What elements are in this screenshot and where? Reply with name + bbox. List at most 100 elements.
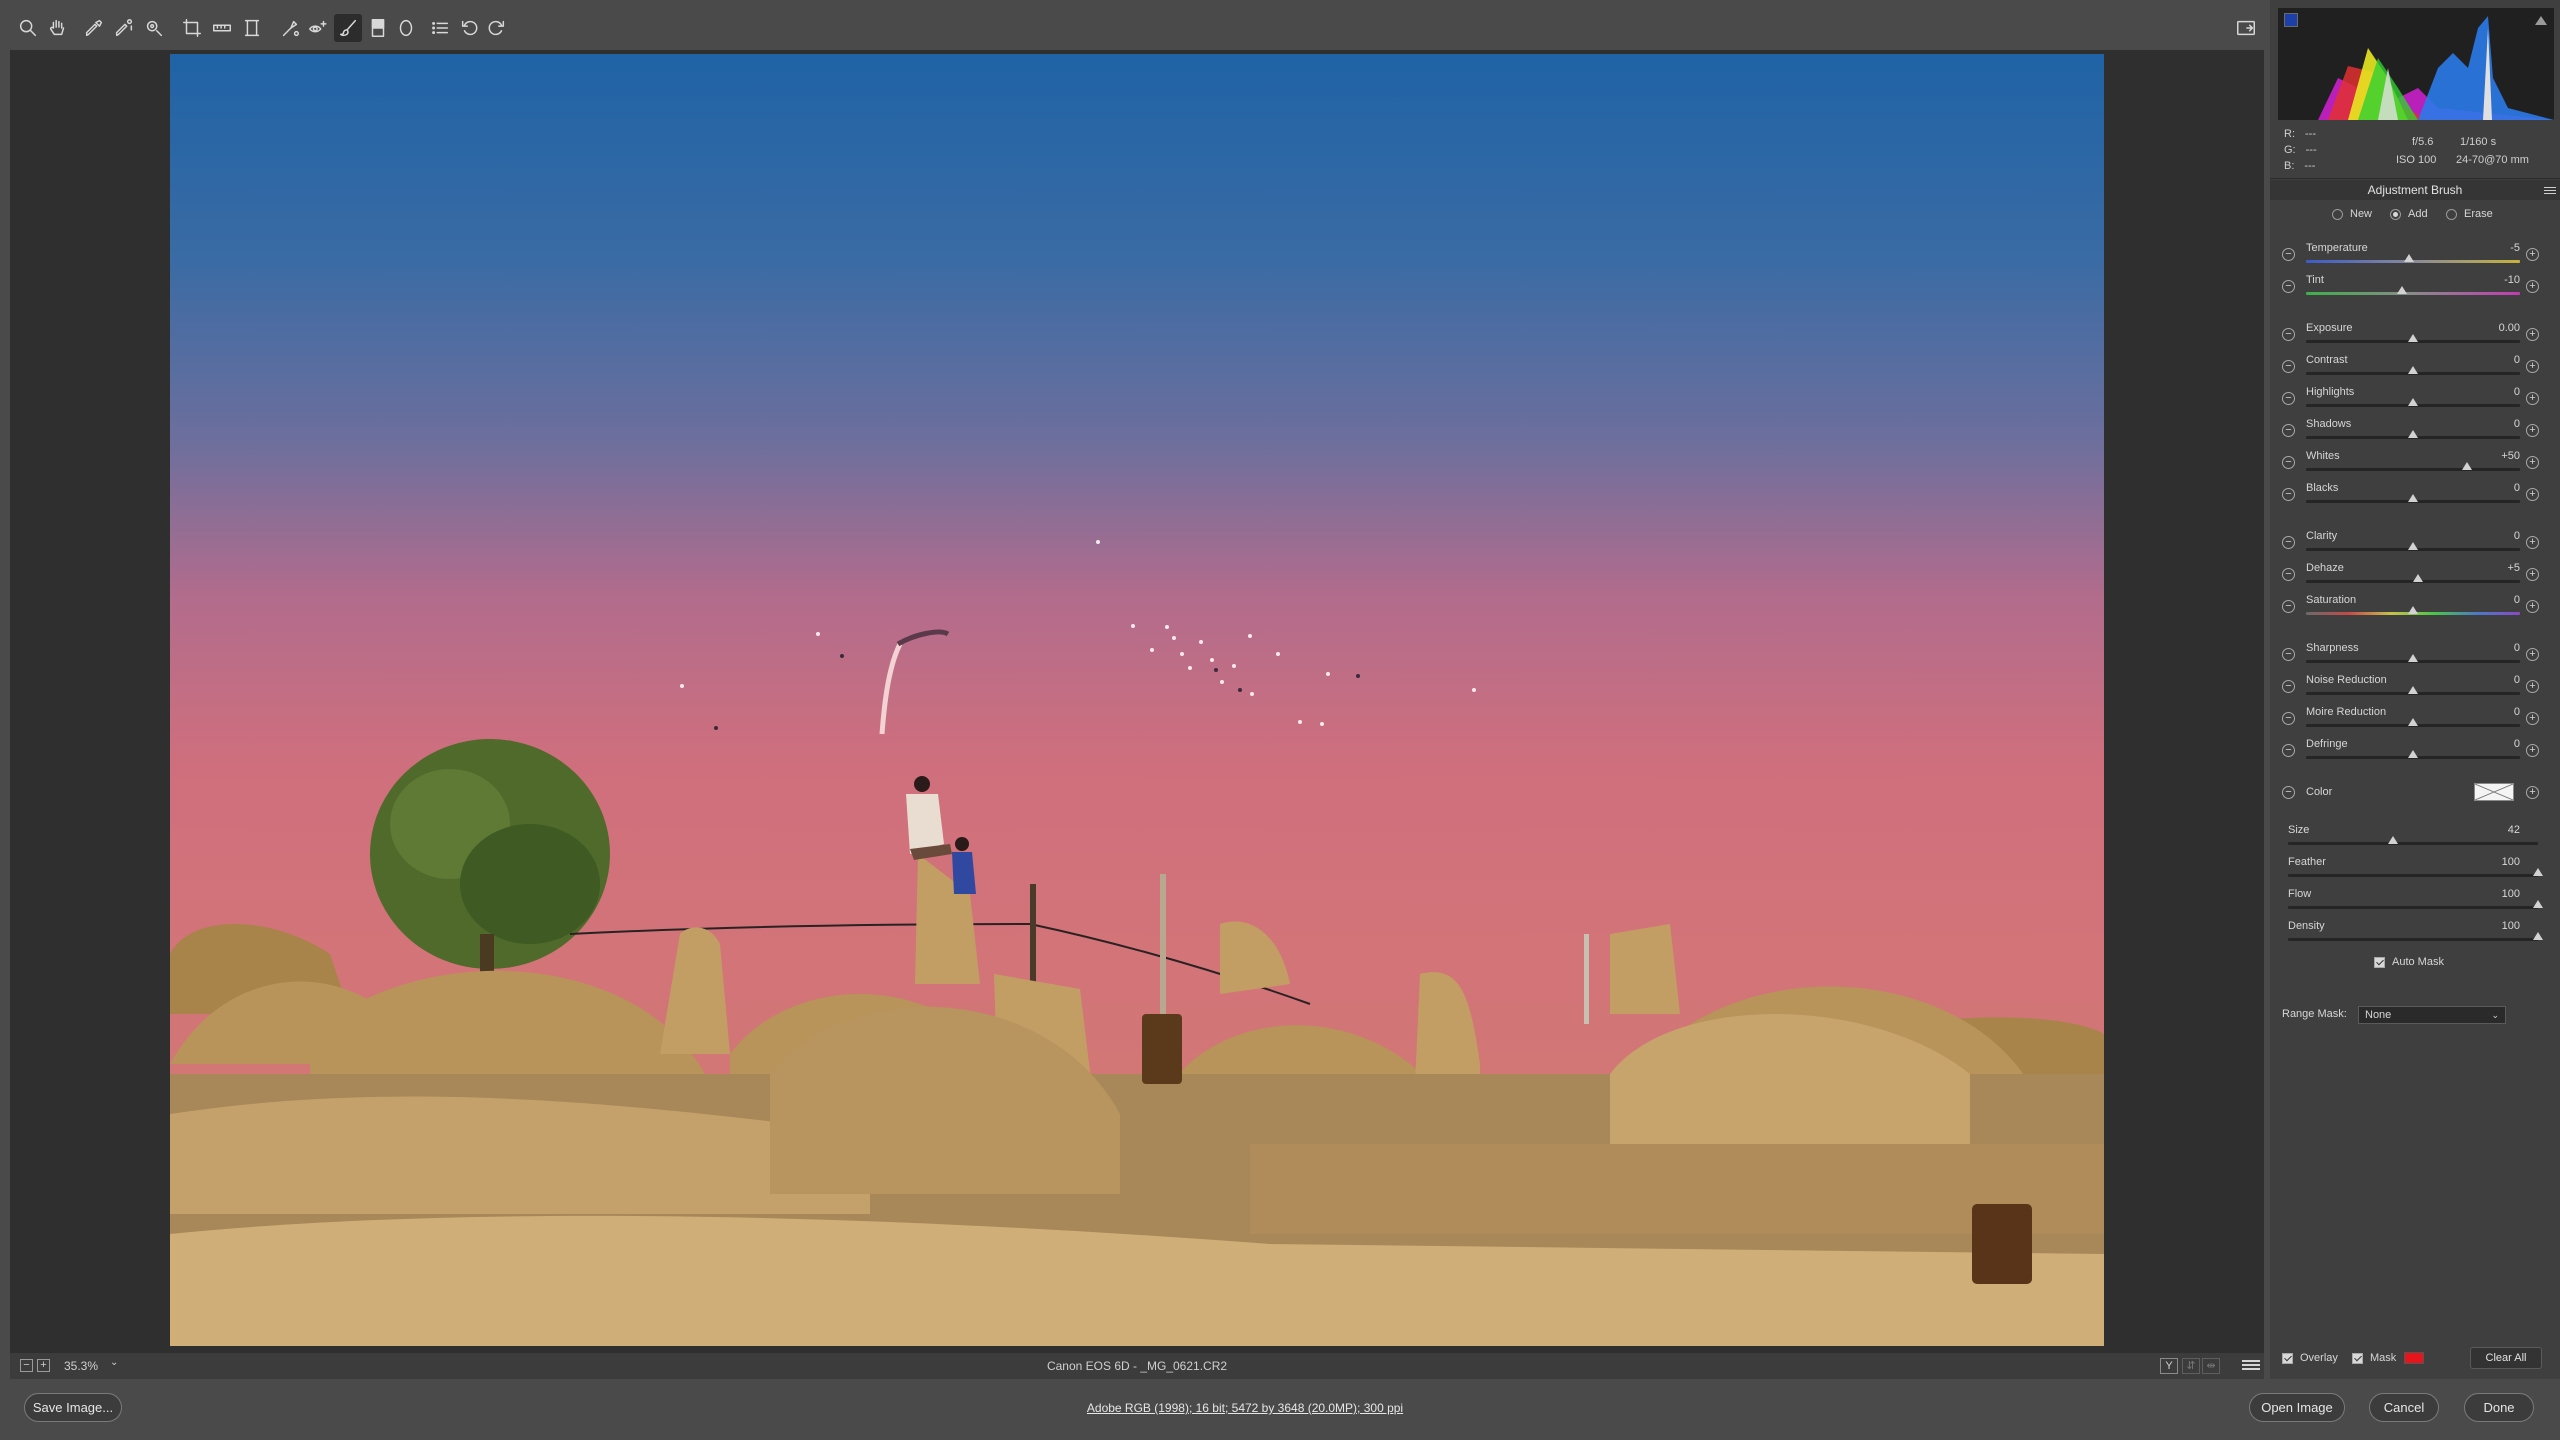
plus-button[interactable]: + [2526, 744, 2539, 757]
slider-value[interactable]: 0 [2466, 674, 2520, 686]
slider-thumb[interactable] [2533, 868, 2543, 876]
slider-thumb[interactable] [2408, 334, 2418, 342]
before-after-view-button[interactable]: Y [2160, 1358, 2178, 1374]
slider-value[interactable]: 42 [2466, 824, 2520, 836]
slider-track[interactable] [2306, 334, 2520, 343]
brush-density[interactable]: Density 100 [2270, 916, 2560, 948]
plus-button[interactable]: + [2526, 360, 2539, 373]
preferences-tool[interactable] [426, 14, 454, 42]
slider-thumb[interactable] [2533, 900, 2543, 908]
slider-shadows[interactable]: − Shadows 0 + [2270, 414, 2560, 446]
slider-track[interactable] [2306, 398, 2520, 407]
image-canvas[interactable] [10, 50, 2264, 1353]
slider-track[interactable] [2306, 462, 2520, 471]
slider-track[interactable] [2306, 430, 2520, 439]
slider-tint[interactable]: − Tint -10 + [2270, 270, 2560, 302]
minus-button[interactable]: − [2282, 488, 2295, 501]
slider-track[interactable] [2306, 286, 2520, 295]
mode-new-radio[interactable]: New [2332, 208, 2372, 220]
swap-before-after-button[interactable]: ⇵ [2182, 1358, 2200, 1374]
color-minus-button[interactable]: − [2282, 786, 2295, 799]
minus-button[interactable]: − [2282, 680, 2295, 693]
slider-thumb[interactable] [2408, 718, 2418, 726]
slider-thumb[interactable] [2397, 286, 2408, 294]
minus-button[interactable]: − [2282, 360, 2295, 373]
white-balance-tool[interactable] [80, 14, 108, 42]
plus-button[interactable]: + [2526, 536, 2539, 549]
brush-flow[interactable]: Flow 100 [2270, 884, 2560, 916]
minus-button[interactable]: − [2282, 280, 2295, 293]
slider-value[interactable]: 0 [2466, 594, 2520, 606]
plus-button[interactable]: + [2526, 568, 2539, 581]
minus-button[interactable]: − [2282, 712, 2295, 725]
rotate-left-tool[interactable] [456, 14, 484, 42]
slider-track[interactable] [2306, 654, 2520, 663]
slider-thumb[interactable] [2408, 686, 2418, 694]
slider-highlights[interactable]: − Highlights 0 + [2270, 382, 2560, 414]
crop-tool[interactable] [178, 14, 206, 42]
slider-saturation[interactable]: − Saturation 0 + [2270, 590, 2560, 622]
slider-contrast[interactable]: − Contrast 0 + [2270, 350, 2560, 382]
slider-value[interactable]: 100 [2466, 856, 2520, 868]
slider-value[interactable]: 100 [2466, 888, 2520, 900]
plus-button[interactable]: + [2526, 712, 2539, 725]
mode-erase-radio[interactable]: Erase [2446, 208, 2493, 220]
mask-color-swatch[interactable] [2404, 1352, 2425, 1364]
photo-preview[interactable] [170, 54, 2104, 1346]
open-image-button[interactable]: Open Image [2249, 1393, 2345, 1422]
slider-track[interactable] [2306, 542, 2520, 551]
plus-button[interactable]: + [2526, 328, 2539, 341]
plus-button[interactable]: + [2526, 392, 2539, 405]
minus-button[interactable]: − [2282, 568, 2295, 581]
slider-defringe[interactable]: − Defringe 0 + [2270, 734, 2560, 766]
graduated-filter-tool[interactable] [364, 14, 392, 42]
zoom-tool[interactable] [14, 14, 42, 42]
slider-thumb[interactable] [2408, 654, 2418, 662]
slider-track[interactable] [2306, 750, 2520, 759]
minus-button[interactable]: − [2282, 424, 2295, 437]
slider-value[interactable]: 0 [2466, 738, 2520, 750]
mode-add-radio[interactable]: Add [2390, 208, 2428, 220]
slider-value[interactable]: 0 [2466, 706, 2520, 718]
fullscreen-button[interactable] [2232, 14, 2260, 42]
slider-moire-reduction[interactable]: − Moire Reduction 0 + [2270, 702, 2560, 734]
minus-button[interactable]: − [2282, 392, 2295, 405]
color-plus-button[interactable]: + [2526, 786, 2539, 799]
slider-track[interactable] [2306, 718, 2520, 727]
minus-button[interactable]: − [2282, 248, 2295, 261]
color-swatch[interactable] [2474, 783, 2514, 801]
slider-track[interactable] [2306, 254, 2520, 263]
targeted-adjustment-tool[interactable] [140, 14, 168, 42]
slider-track[interactable] [2306, 366, 2520, 375]
slider-thumb[interactable] [2408, 750, 2418, 758]
plus-button[interactable]: + [2526, 648, 2539, 661]
plus-button[interactable]: + [2526, 488, 2539, 501]
minus-button[interactable]: − [2282, 744, 2295, 757]
spot-removal-tool[interactable] [276, 14, 304, 42]
done-button[interactable]: Done [2464, 1393, 2534, 1422]
slider-value[interactable]: 0 [2466, 642, 2520, 654]
slider-value[interactable]: 0 [2466, 482, 2520, 494]
slider-track[interactable] [2288, 836, 2538, 845]
slider-thumb[interactable] [2408, 606, 2418, 614]
slider-value[interactable]: -10 [2466, 274, 2520, 286]
brush-size[interactable]: Size 42 [2270, 820, 2560, 852]
hand-tool[interactable] [44, 14, 72, 42]
slider-value[interactable]: 0 [2466, 354, 2520, 366]
plus-button[interactable]: + [2526, 456, 2539, 469]
slider-value[interactable]: -5 [2466, 242, 2520, 254]
slider-value[interactable]: +5 [2466, 562, 2520, 574]
slider-value[interactable]: 0 [2466, 418, 2520, 430]
slider-track[interactable] [2306, 574, 2520, 583]
preview-preferences-icon[interactable] [2242, 1358, 2260, 1374]
slider-exposure[interactable]: − Exposure 0.00 + [2270, 318, 2560, 350]
slider-thumb[interactable] [2388, 836, 2398, 844]
straighten-tool[interactable] [208, 14, 236, 42]
transform-tool[interactable] [238, 14, 266, 42]
minus-button[interactable]: − [2282, 536, 2295, 549]
slider-sharpness[interactable]: − Sharpness 0 + [2270, 638, 2560, 670]
slider-track[interactable] [2306, 494, 2520, 503]
slider-clarity[interactable]: − Clarity 0 + [2270, 526, 2560, 558]
slider-track[interactable] [2288, 932, 2543, 941]
slider-value[interactable]: 0.00 [2466, 322, 2520, 334]
